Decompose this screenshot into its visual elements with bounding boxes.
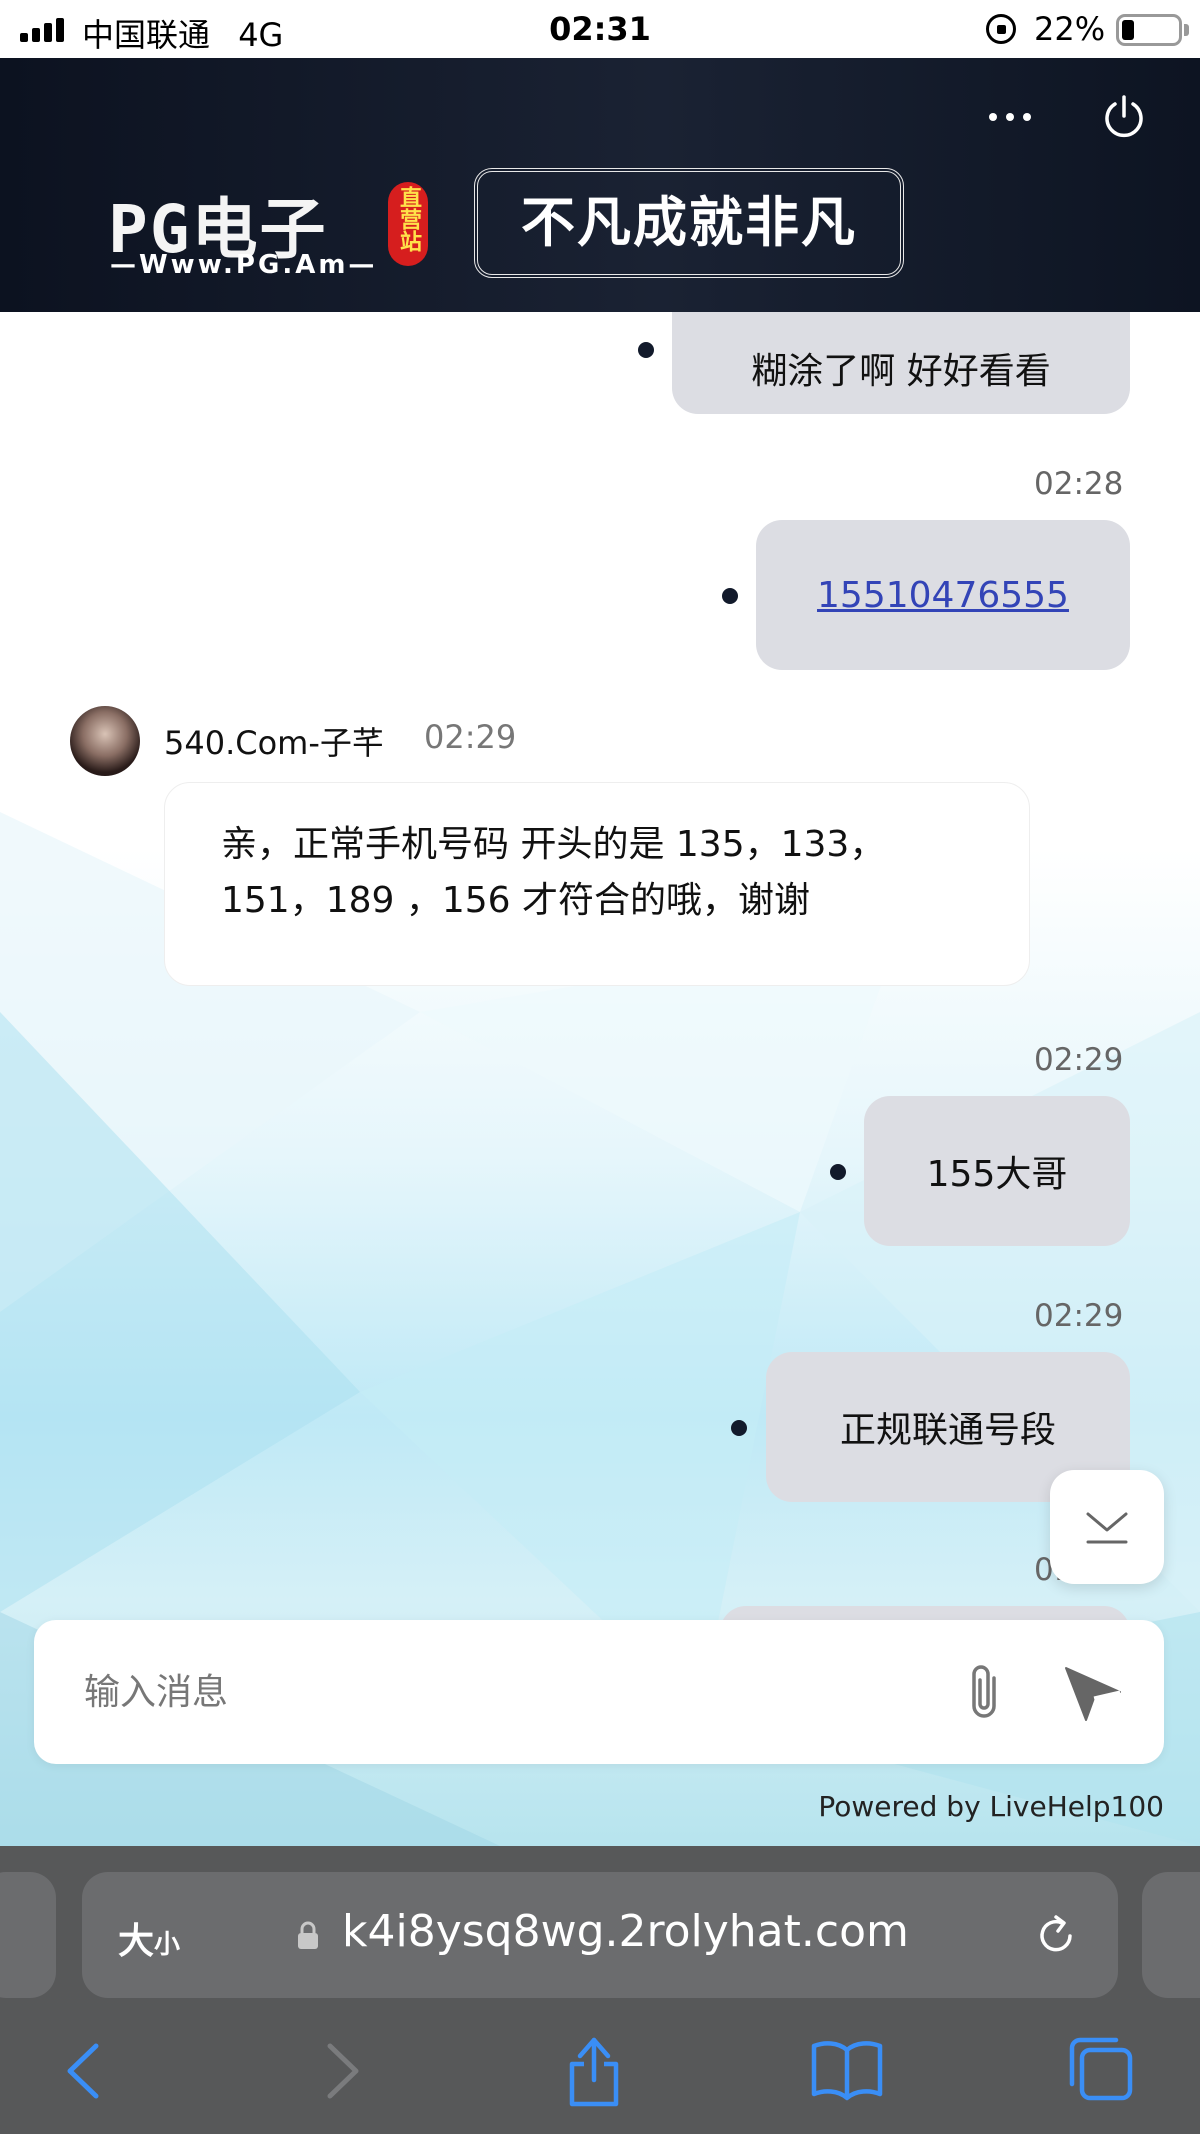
more-button[interactable] bbox=[980, 102, 1040, 132]
send-icon[interactable] bbox=[1058, 1656, 1128, 1728]
message-composer bbox=[34, 1620, 1164, 1764]
chat-header: PG电子 直营站 —Www.PG.Am— 不凡成就非凡 bbox=[0, 58, 1200, 312]
logo-seal: 直营站 bbox=[388, 182, 428, 266]
share-icon[interactable] bbox=[564, 2030, 624, 2110]
chat-area[interactable]: 糊涂了啊 好好看看 02:28 15510476555 540.Com-子芊 0… bbox=[0, 312, 1200, 1846]
text-size-button[interactable]: 大小 bbox=[118, 1912, 180, 1964]
message-time: 02:28 bbox=[1034, 466, 1124, 502]
message-status-dot bbox=[731, 1420, 747, 1436]
message-time: 02:29 bbox=[1034, 1298, 1124, 1334]
next-tab[interactable] bbox=[1142, 1872, 1200, 1998]
brand-logo: PG电子 直营站 —Www.PG.Am— bbox=[108, 176, 428, 286]
bookmarks-icon[interactable] bbox=[810, 2038, 884, 2102]
chevron-down-icon bbox=[1086, 1512, 1128, 1544]
lock-icon bbox=[298, 1921, 318, 1949]
status-time: 02:31 bbox=[549, 10, 651, 48]
message-input[interactable] bbox=[84, 1662, 944, 1722]
more-horizontal-icon bbox=[989, 113, 997, 121]
message-bubble-incoming[interactable]: 亲，正常手机号码 开头的是 135，133，151，189 ，156 才符合的哦… bbox=[164, 782, 1030, 986]
agent-avatar bbox=[70, 706, 140, 776]
logo-subtitle: —Www.PG.Am— bbox=[110, 250, 378, 280]
battery-tip bbox=[1184, 24, 1189, 36]
battery-percent: 22% bbox=[1034, 10, 1106, 48]
message-bubble-outgoing[interactable]: 糊涂了啊 好好看看 bbox=[672, 312, 1130, 414]
scroll-to-bottom-button[interactable] bbox=[1050, 1470, 1164, 1584]
paperclip-icon[interactable] bbox=[952, 1656, 1018, 1728]
powered-by[interactable]: Powered by LiveHelp100 bbox=[818, 1790, 1164, 1823]
agent-name: 540.Com-子芊 bbox=[164, 724, 384, 762]
rotation-lock-icon bbox=[986, 14, 1016, 44]
address-bar[interactable]: 大小 k4i8ysq8wg.2rolyhat.com bbox=[82, 1872, 1118, 1998]
message-status-dot bbox=[722, 588, 738, 604]
browser-toolbar: 大小 k4i8ysq8wg.2rolyhat.com bbox=[0, 1846, 1200, 2134]
phone-link[interactable]: 15510476555 bbox=[817, 575, 1069, 616]
battery-icon bbox=[1116, 14, 1182, 46]
tabs-icon[interactable] bbox=[1066, 2034, 1136, 2104]
message-bubble-outgoing[interactable]: 155大哥 bbox=[864, 1096, 1130, 1246]
power-icon[interactable] bbox=[1100, 92, 1148, 140]
url-text: k4i8ysq8wg.2rolyhat.com bbox=[342, 1906, 909, 1957]
message-time: 02:29 bbox=[1034, 1042, 1124, 1078]
forward-icon[interactable] bbox=[318, 2036, 368, 2106]
slogan-banner: 不凡成就非凡 bbox=[474, 168, 904, 278]
message-status-dot bbox=[830, 1164, 846, 1180]
previous-tab[interactable] bbox=[0, 1872, 56, 1998]
status-bar: 中国联通 4G 02:31 22% bbox=[0, 0, 1200, 58]
message-bubble-outgoing[interactable]: 15510476555 bbox=[756, 520, 1130, 670]
message-status-dot bbox=[638, 342, 654, 358]
reload-icon[interactable] bbox=[1032, 1912, 1080, 1960]
battery-level bbox=[1122, 20, 1134, 40]
agent-message-time: 02:29 bbox=[424, 718, 517, 756]
back-icon[interactable] bbox=[58, 2036, 108, 2106]
